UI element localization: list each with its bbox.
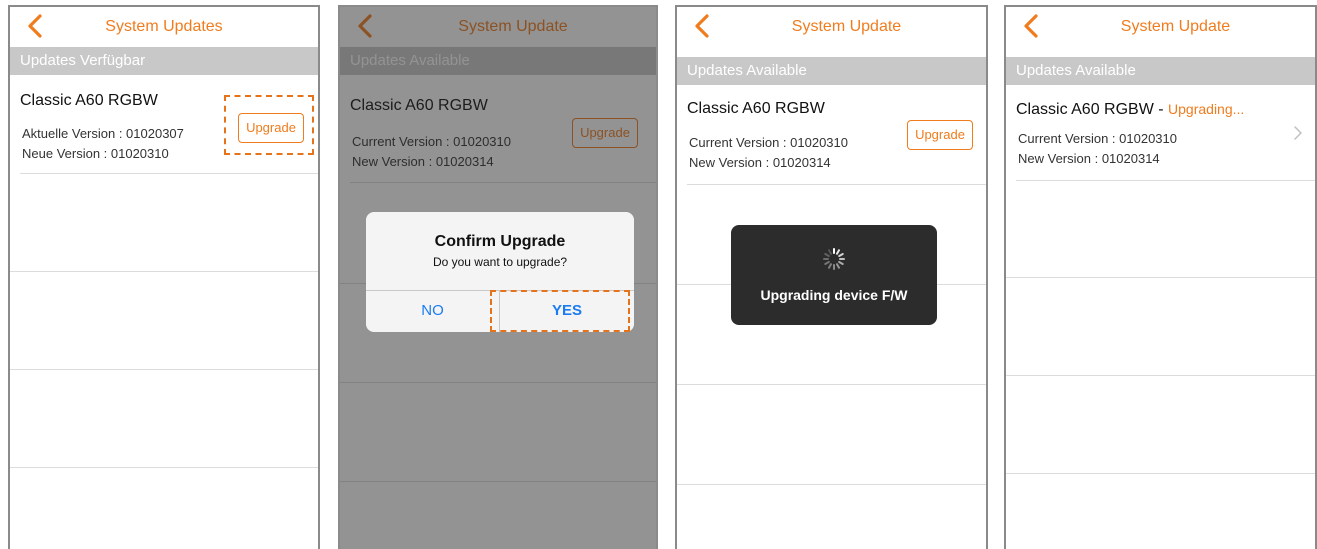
- current-version: Current Version : 01020310: [689, 135, 848, 150]
- row-separator: [10, 369, 318, 370]
- current-version: Aktuelle Version : 01020307: [22, 126, 184, 141]
- device-name: Classic A60 RGBW: [687, 100, 825, 117]
- section-header: Updates Available: [1006, 57, 1315, 85]
- dialog-message: Do you want to upgrade?: [432, 255, 568, 269]
- row-separator: [677, 484, 986, 485]
- device-name: Classic A60 RGBW: [1016, 101, 1154, 118]
- new-version: Neue Version : 01020310: [22, 146, 169, 161]
- screen-4: System Update Updates Available Classic …: [1004, 5, 1317, 549]
- status-text: Upgrading...: [1168, 101, 1245, 117]
- row-separator: [1006, 375, 1315, 376]
- row-separator: [1016, 180, 1315, 181]
- loading-spinner-icon: [823, 248, 845, 270]
- row-separator: [687, 184, 986, 185]
- row-separator: [1006, 473, 1315, 474]
- device-row-title: Classic A60 RGBW - Upgrading...: [1016, 101, 1244, 119]
- highlight-box: [224, 95, 314, 155]
- nav-title: System Update: [791, 18, 902, 35]
- screen-2: System Update Updates Available Classic …: [338, 5, 658, 549]
- row-separator: [10, 467, 318, 468]
- screen-1: System Updates Updates Verfügbar Classic…: [8, 5, 320, 549]
- highlight-box: [490, 290, 630, 332]
- no-button[interactable]: NO: [366, 302, 499, 319]
- nav-title: System Updates: [105, 18, 223, 35]
- row-separator: [1006, 277, 1315, 278]
- nav-bar: System Updates: [10, 7, 318, 47]
- progress-hud: Upgrading device F/W: [731, 225, 937, 325]
- hud-text: Upgrading device F/W: [760, 287, 908, 303]
- section-header: Updates Verfügbar: [10, 47, 318, 75]
- section-header: Updates Available: [677, 57, 986, 85]
- disclosure-chevron-icon[interactable]: [1293, 125, 1303, 141]
- current-version: Current Version : 01020310: [1018, 131, 1177, 146]
- nav-bar: System Update: [677, 7, 986, 47]
- row-separator: [10, 271, 318, 272]
- nav-bar: System Update: [1006, 7, 1315, 47]
- dialog-title: Confirm Upgrade: [434, 233, 566, 250]
- new-version: New Version : 01020314: [1018, 151, 1160, 166]
- nav-title: System Update: [1120, 18, 1231, 35]
- new-version: New Version : 01020314: [689, 155, 831, 170]
- upgrade-button[interactable]: Upgrade: [907, 120, 973, 150]
- row-separator: [20, 173, 318, 174]
- title-separator: -: [1153, 101, 1169, 118]
- screen-3: System Update Updates Available Classic …: [675, 5, 988, 549]
- device-name: Classic A60 RGBW: [20, 92, 158, 109]
- row-separator: [677, 384, 986, 385]
